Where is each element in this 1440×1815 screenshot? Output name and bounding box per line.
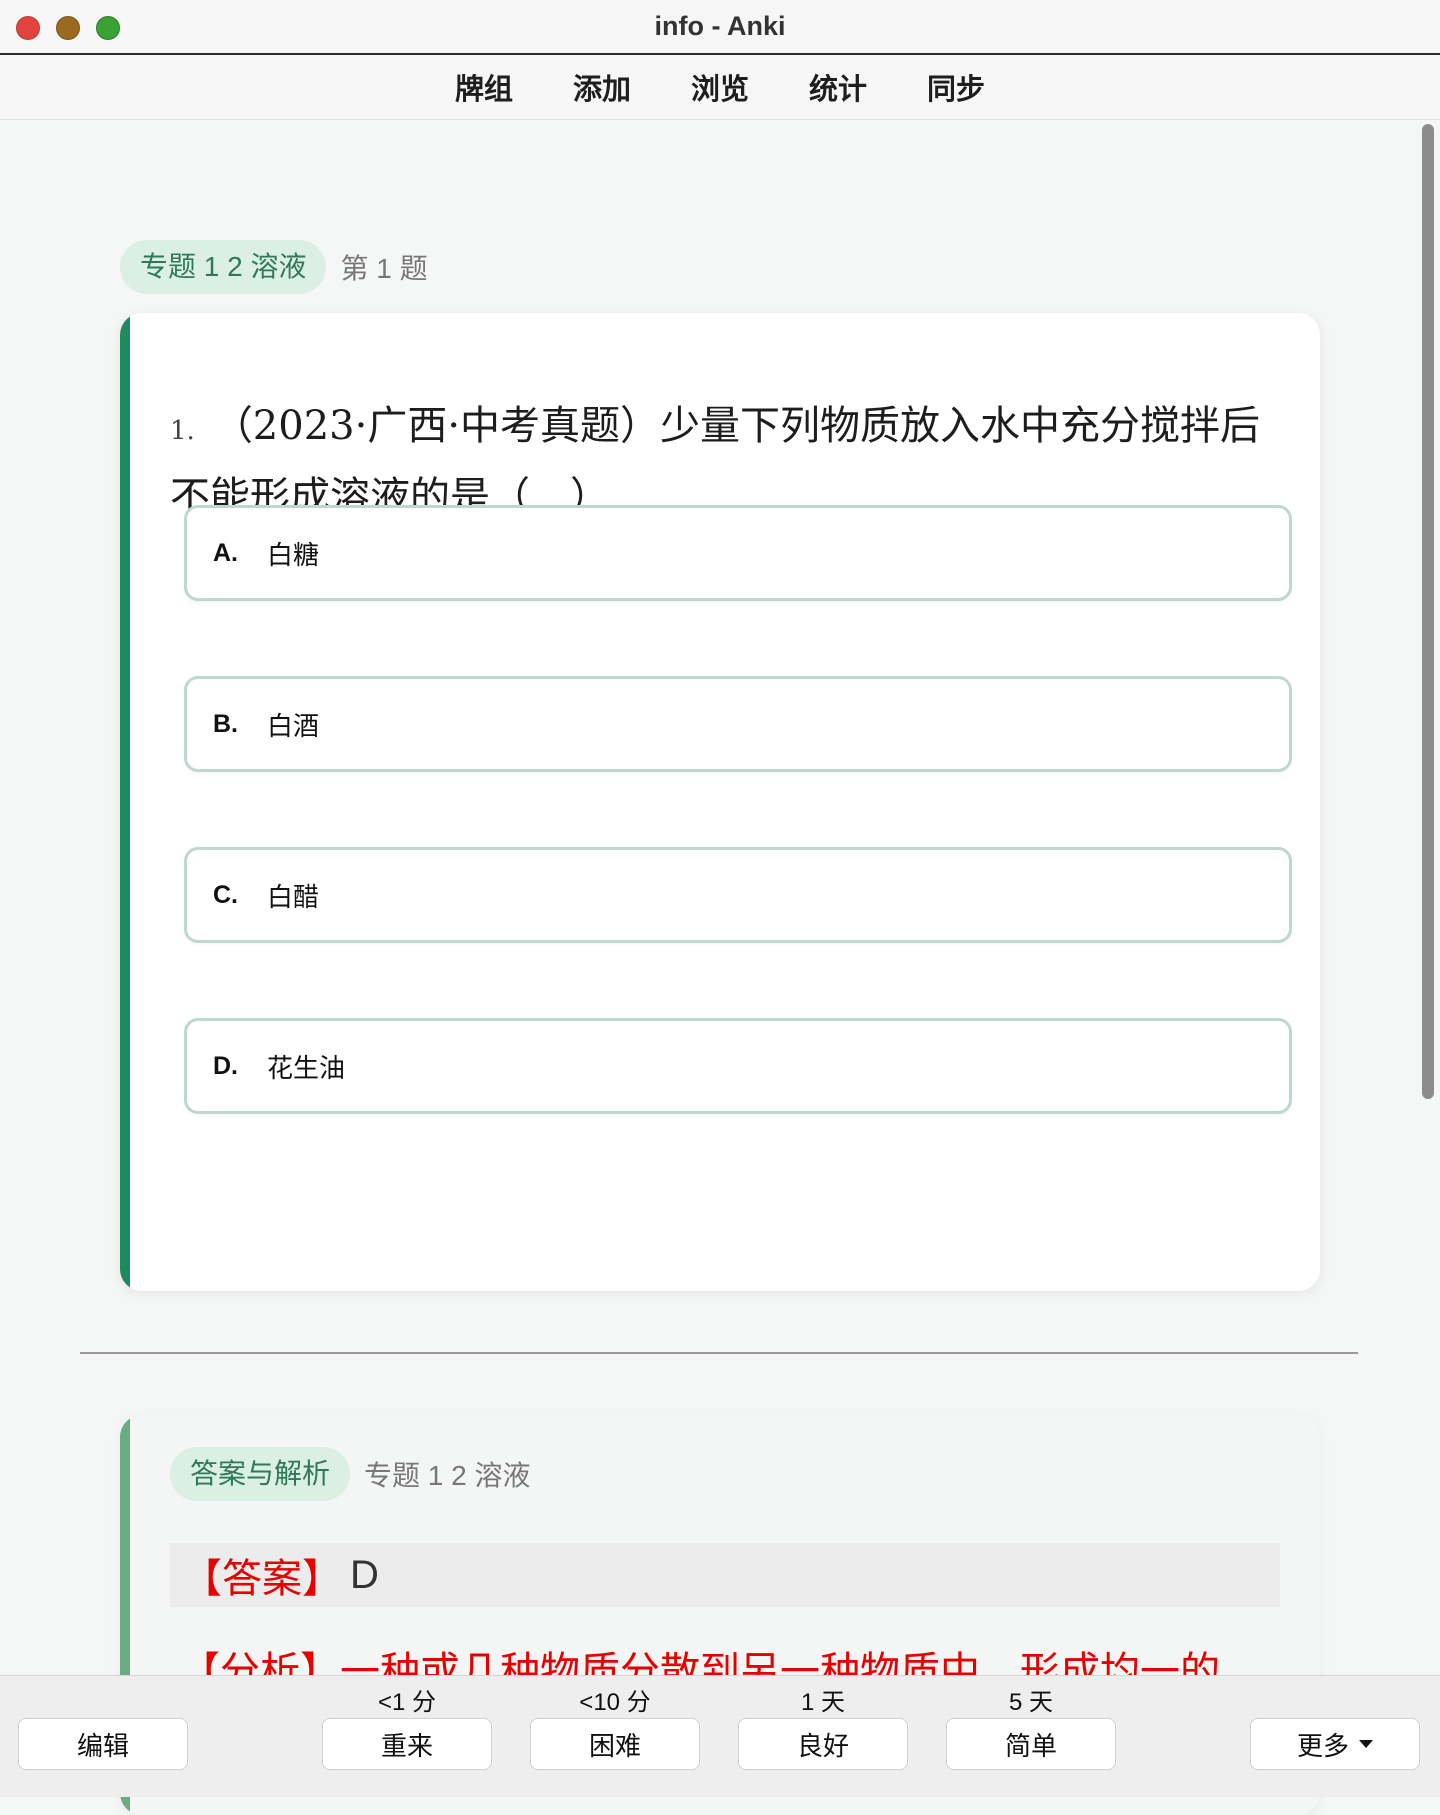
question-card: 1. （2023·广西·中考真题）少量下列物质放入水中充分搅拌后不能形成溶液的是（… xyxy=(120,313,1320,1291)
review-bottom-bar: 编辑 <1 分 重来 <10 分 困难 1 天 良好 5 天 简单 更多 xyxy=(0,1675,1440,1797)
chevron-down-icon xyxy=(1359,1740,1373,1748)
option-text: 花生油 xyxy=(267,1052,346,1083)
option-b[interactable]: B. 白酒 xyxy=(184,676,1292,772)
question-text: （2023·广西·中考真题）少量下列物质放入水中充分搅拌后不能形成溶液的是（ ） xyxy=(170,403,1261,520)
option-letter: C. xyxy=(213,880,238,909)
menu-sync[interactable]: 同步 xyxy=(899,66,1013,108)
window-title: info - Anki xyxy=(654,11,786,41)
option-a[interactable]: A. 白糖 xyxy=(184,505,1292,601)
topic-tag: 专题 1 2 溶液 xyxy=(120,240,327,294)
menu-add[interactable]: 添加 xyxy=(545,66,659,108)
question-index: 第 1 题 xyxy=(340,253,428,284)
interval-easy: 5 天 xyxy=(1008,1689,1053,1716)
interval-good: 1 天 xyxy=(800,1689,845,1716)
scrollbar-thumb[interactable] xyxy=(1422,124,1434,1099)
question-number: 1. xyxy=(170,416,195,446)
question-header: 专题 1 2 溶液 第 1 题 xyxy=(120,240,428,294)
more-button[interactable]: 更多 xyxy=(1250,1718,1420,1770)
option-letter: B. xyxy=(213,709,238,738)
option-text: 白醋 xyxy=(267,881,320,912)
answer-line: 【答案】 D xyxy=(170,1543,1280,1607)
answer-value: D xyxy=(350,1552,379,1597)
option-text: 白酒 xyxy=(267,710,320,741)
main-toolbar: 牌组 添加 浏览 统计 同步 xyxy=(0,55,1440,120)
answer-topic: 专题 1 2 溶液 xyxy=(364,1460,531,1491)
again-button[interactable]: 重来 xyxy=(322,1718,492,1770)
interval-again: <1 分 xyxy=(377,1689,437,1716)
answer-tag: 答案与解析 xyxy=(170,1447,351,1501)
menu-browse[interactable]: 浏览 xyxy=(663,66,777,108)
title-bar: info - Anki xyxy=(0,0,1440,55)
option-c[interactable]: C. 白醋 xyxy=(184,847,1292,943)
option-text: 白糖 xyxy=(267,539,320,570)
easy-button[interactable]: 简单 xyxy=(946,1718,1116,1770)
answer-header: 答案与解析 专题 1 2 溶液 xyxy=(170,1447,531,1501)
good-button[interactable]: 良好 xyxy=(738,1718,908,1770)
edit-button[interactable]: 编辑 xyxy=(18,1718,188,1770)
answer-label: 【答案】 xyxy=(182,1556,342,1602)
answer-divider xyxy=(80,1352,1358,1354)
interval-hard: <10 分 xyxy=(579,1689,651,1716)
card-accent-bar xyxy=(120,313,130,1291)
option-letter: D. xyxy=(213,1051,238,1080)
menu-decks[interactable]: 牌组 xyxy=(427,66,541,108)
menu-stats[interactable]: 统计 xyxy=(781,66,895,108)
option-letter: A. xyxy=(213,538,238,567)
option-d[interactable]: D. 花生油 xyxy=(184,1018,1292,1114)
more-label: 更多 xyxy=(1296,1731,1349,1762)
hard-button[interactable]: 困难 xyxy=(530,1718,700,1770)
